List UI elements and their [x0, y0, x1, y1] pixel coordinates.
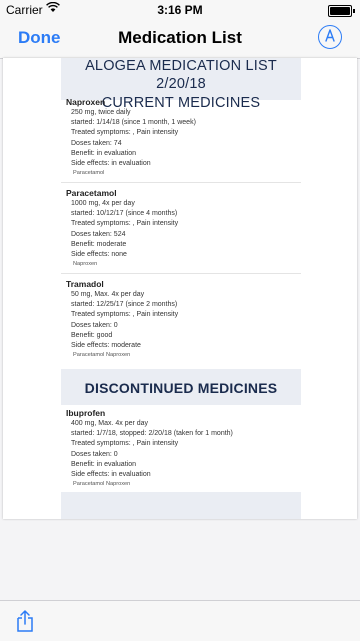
medication-interactions: Paracetamol Naproxen	[73, 481, 131, 488]
medication-dose: 250 mg, twice daily	[71, 109, 131, 116]
medication-benefit: Benefit: moderate	[71, 240, 127, 248]
medication-benefit: Benefit: in evaluation	[71, 460, 136, 468]
medication-dose: 400 mg, Max. 4x per day	[71, 420, 149, 427]
medication-entry: Tramadol 50 mg, Max. 4x per day started:…	[61, 279, 301, 364]
medication-side-effects: Side effects: in evaluation	[71, 160, 151, 168]
medication-entry: Paracetamol 1000 mg, 4x per day started:…	[61, 188, 301, 274]
medication-name: Ibuprofen	[66, 408, 106, 418]
medication-doses: Doses taken: 524	[71, 230, 126, 238]
current-medicines-header: ALOGEA MEDICATION LIST 2/20/18 CURRENT M…	[61, 58, 301, 111]
navigation-bar: Done Medication List	[0, 20, 360, 59]
medication-symptoms: Treated symptoms: , Pain intensity	[71, 311, 179, 319]
medication-started: started: 12/25/17 (since 2 months)	[71, 301, 178, 309]
section-title-discontinued: DISCONTINUED MEDICINES	[84, 380, 278, 396]
medication-entry: Ibuprofen 400 mg, Max. 4x per day starte…	[61, 408, 301, 493]
medication-interactions: Naproxen	[73, 261, 98, 268]
discontinued-medicines-header: DISCONTINUED MEDICINES	[61, 369, 301, 405]
medication-doses: Doses taken: 0	[71, 450, 118, 458]
medication-doses: Doses taken: 0	[71, 321, 118, 329]
medication-interactions: Paracetamol	[73, 170, 105, 177]
pdf-document[interactable]: ALOGEA MEDICATION LIST 2/20/18 CURRENT M…	[3, 58, 357, 519]
share-icon[interactable]	[14, 609, 36, 633]
medication-name: Tramadol	[66, 279, 104, 289]
medication-doses: Doses taken: 74	[71, 139, 122, 147]
medication-benefit: Benefit: in evaluation	[71, 149, 136, 157]
clock: 3:16 PM	[157, 3, 203, 17]
document-title: ALOGEA MEDICATION LIST 2/20/18	[85, 58, 277, 92]
battery-icon	[328, 5, 355, 17]
medication-started: started: 1/7/18, stopped: 2/20/18 (taken…	[71, 430, 233, 438]
medication-dose: 1000 mg, 4x per day	[71, 200, 135, 207]
medication-dose: 50 mg, Max. 4x per day	[71, 291, 145, 298]
medication-side-effects: Side effects: in evaluation	[71, 471, 151, 479]
status-bar: Carrier 3:16 PM	[0, 0, 360, 20]
medication-symptoms: Treated symptoms: , Pain intensity	[71, 440, 179, 448]
medication-started: started: 10/12/17 (since 4 months)	[71, 210, 178, 218]
document-footer-band	[61, 492, 301, 519]
medication-benefit: Benefit: good	[71, 331, 113, 339]
medication-name: Naproxen	[66, 97, 106, 107]
medication-name: Paracetamol	[66, 188, 117, 198]
medication-entry: Naproxen 250 mg, twice daily started: 1/…	[61, 97, 301, 183]
page-title: Medication List	[118, 28, 242, 47]
medication-side-effects: Side effects: none	[71, 251, 127, 259]
medication-started: started: 1/14/18 (since 1 month, 1 week)	[71, 119, 196, 127]
bottom-toolbar	[0, 600, 360, 641]
markup-pen-icon[interactable]	[318, 25, 342, 49]
medication-side-effects: Side effects: moderate	[71, 342, 141, 350]
medication-symptoms: Treated symptoms: , Pain intensity	[71, 129, 179, 137]
medication-interactions: Paracetamol Naproxen	[73, 352, 131, 359]
medication-symptoms: Treated symptoms: , Pain intensity	[71, 220, 179, 228]
